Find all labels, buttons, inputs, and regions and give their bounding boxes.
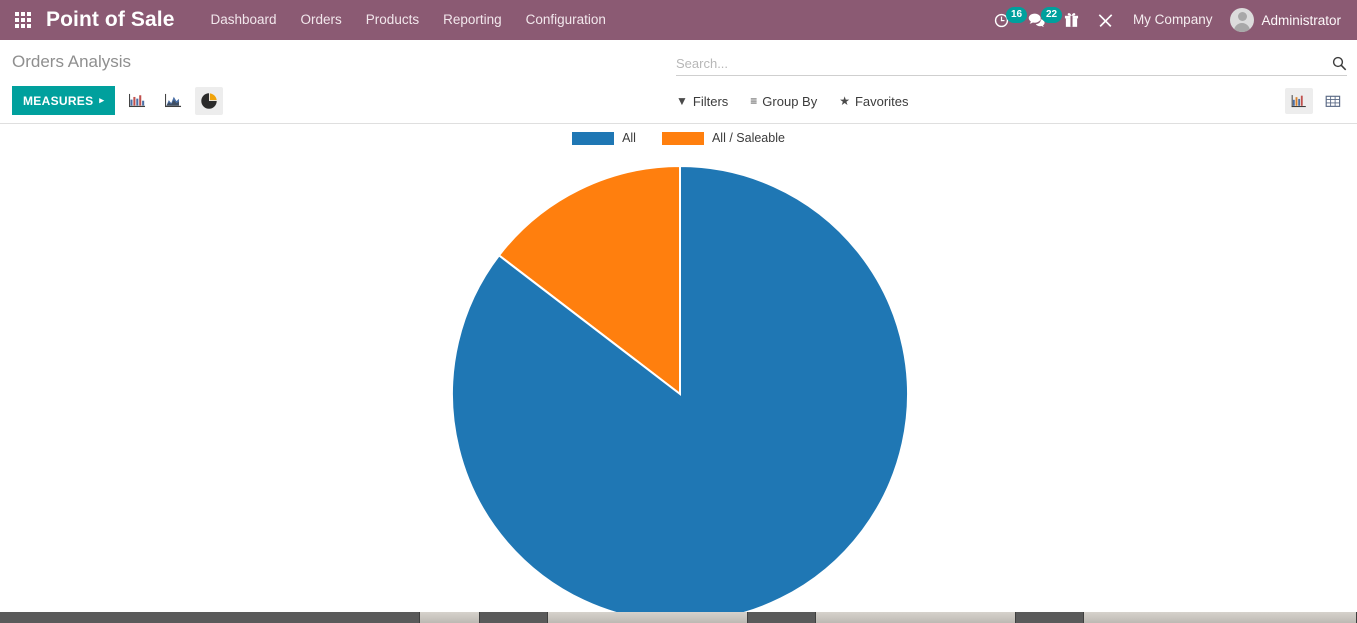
star-icon: ★ <box>839 94 850 108</box>
measures-label: MEASURES <box>23 94 93 108</box>
graph-view-icon[interactable] <box>1285 88 1313 114</box>
menu-item-dashboard[interactable]: Dashboard <box>198 0 288 40</box>
pie-chart[interactable] <box>0 124 1357 612</box>
main-menu: Dashboard Orders Products Reporting Conf… <box>198 0 617 40</box>
taskbar-slot[interactable] <box>816 612 1016 623</box>
avatar-icon <box>1230 8 1254 32</box>
search-row <box>676 50 1347 76</box>
left-controls: MEASURES ▸ <box>12 86 223 115</box>
activity-clock-icon[interactable]: 16 <box>984 0 1019 40</box>
taskbar-slot[interactable] <box>748 612 816 623</box>
pie-chart-glyph <box>200 92 218 110</box>
bars-icon: ≡ <box>750 94 757 108</box>
user-name: Administrator <box>1261 13 1341 28</box>
filters-label: Filters <box>693 94 728 109</box>
user-menu[interactable]: Administrator <box>1222 0 1347 40</box>
chevron-right-icon: ▸ <box>99 95 104 106</box>
taskbar-slot[interactable] <box>1084 612 1357 623</box>
taskbar-slot[interactable] <box>420 612 480 623</box>
developer-tools-icon[interactable] <box>1088 0 1123 40</box>
favorites-label: Favorites <box>855 94 908 109</box>
filters-dropdown[interactable]: ▼ Filters <box>676 94 728 109</box>
gift-box-icon <box>1064 12 1079 28</box>
menu-item-products[interactable]: Products <box>354 0 431 40</box>
bar-chart-icon[interactable] <box>123 87 151 115</box>
taskbar-slot[interactable] <box>548 612 748 623</box>
control-panel: Orders Analysis MEASURES ▸ <box>0 40 1357 124</box>
gift-icon[interactable] <box>1055 0 1088 40</box>
bottom-taskbar[interactable] <box>0 612 1357 623</box>
menu-item-orders[interactable]: Orders <box>289 0 354 40</box>
apps-grid-dots <box>15 12 31 28</box>
chart-area: All All / Saleable <box>0 124 1357 612</box>
filter-row: ▼ Filters ≡ Group By ★ Favorites <box>676 87 1347 115</box>
wrench-cross-icon <box>1097 12 1114 29</box>
systray: 16 22 My Company <box>984 0 1357 40</box>
pie-chart-icon[interactable] <box>195 87 223 115</box>
page-title: Orders Analysis <box>12 52 131 72</box>
group-by-dropdown[interactable]: ≡ Group By <box>750 94 817 109</box>
measures-button[interactable]: MEASURES ▸ <box>12 86 115 115</box>
group-by-label: Group By <box>762 94 817 109</box>
taskbar-slot[interactable] <box>0 612 420 623</box>
search-icon[interactable] <box>1324 56 1347 71</box>
pivot-view-icon[interactable] <box>1319 88 1347 114</box>
search-area: ▼ Filters ≡ Group By ★ Favorites <box>676 50 1347 115</box>
favorites-dropdown[interactable]: ★ Favorites <box>839 94 908 109</box>
funnel-icon: ▼ <box>676 94 688 108</box>
search-input[interactable] <box>676 56 1324 71</box>
area-chart-glyph <box>165 93 182 109</box>
brand-title[interactable]: Point of Sale <box>46 8 198 32</box>
taskbar-slot[interactable] <box>480 612 548 623</box>
line-chart-icon[interactable] <box>159 87 187 115</box>
menu-item-reporting[interactable]: Reporting <box>431 0 514 40</box>
bar-chart-glyph <box>129 93 146 109</box>
company-name[interactable]: My Company <box>1123 0 1223 40</box>
graph-view-glyph <box>1291 94 1307 109</box>
menu-item-configuration[interactable]: Configuration <box>514 0 618 40</box>
taskbar-slot[interactable] <box>1016 612 1084 623</box>
top-navbar: Point of Sale Dashboard Orders Products … <box>0 0 1357 40</box>
messages-chat-icon[interactable]: 22 <box>1019 0 1055 40</box>
pie-chart-svg <box>0 124 1357 612</box>
view-switcher <box>1279 88 1347 114</box>
apps-grid-icon[interactable] <box>0 0 46 40</box>
table-grid-glyph <box>1325 94 1341 109</box>
magnifier-glyph <box>1332 56 1347 71</box>
